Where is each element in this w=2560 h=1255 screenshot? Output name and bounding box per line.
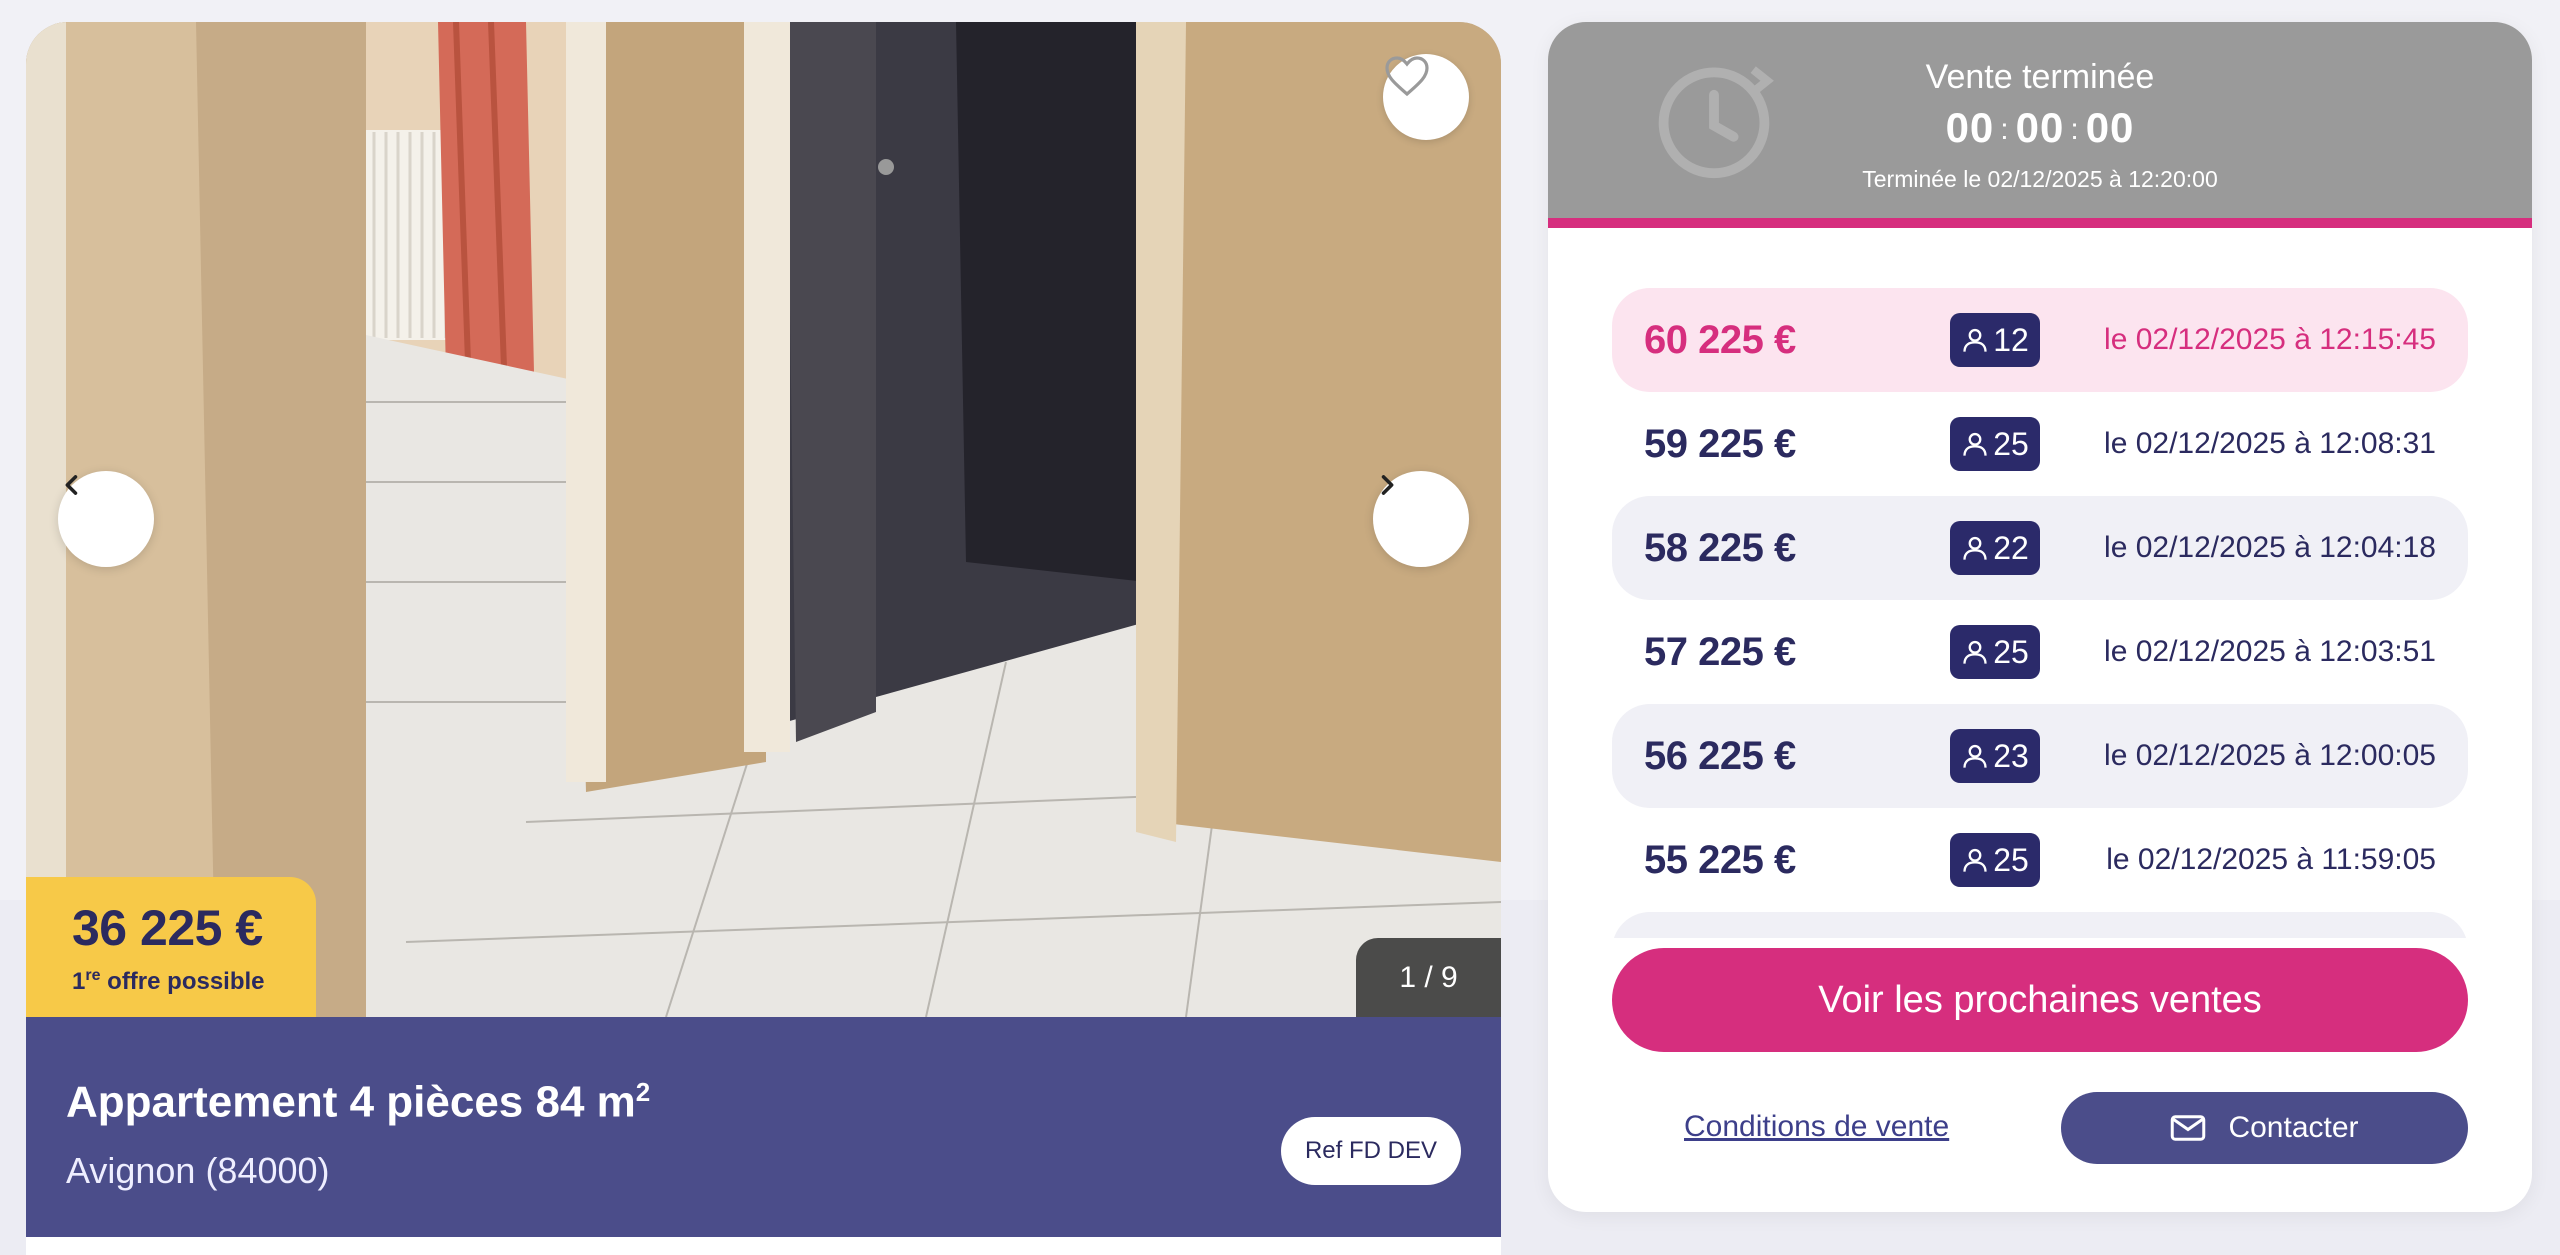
bidders-badge: 25 [1950,625,2040,679]
property-title: Appartement 4 pièces 84 m2 [66,1077,651,1127]
starting-price: 36 225 € [72,900,263,956]
bid-date: le 02/12/2025 à 11:59:05 [2106,843,2436,876]
contact-label: Contacter [2228,1111,2359,1144]
bid-row: 56 225 € 23 le 02/12/2025 à 12:00:05 [1612,704,2468,808]
bid-date: le 02/12/2025 à 12:08:31 [2104,427,2436,460]
auction-header: Vente terminée 00:00:00 Terminée le 02/1… [1548,22,2532,228]
chevron-right-icon [1381,475,1394,495]
bid-history-list[interactable]: 60 225 € 12 le 02/12/2025 à 12:15:45 59 … [1612,288,2468,938]
bid-amount: 59 225 € [1644,421,1796,466]
favorite-button[interactable] [1383,54,1469,140]
listing-card: 36 225 € 1re offre possible 1 / 9 Appart… [26,22,1501,1255]
photo-illustration [26,22,1501,1017]
bid-amount: 58 225 € [1644,525,1796,570]
bid-row: 55 225 € 25 le 02/12/2025 à 11:59:05 [1612,808,2468,912]
auction-card: Vente terminée 00:00:00 Terminée le 02/1… [1548,22,2532,1212]
bidders-badge: 22 [1950,521,2040,575]
bid-amount: 55 225 € [1644,837,1796,882]
property-info-bar: Appartement 4 pièces 84 m2 Avignon (8400… [26,1017,1501,1237]
bid-row: 59 225 € 25 le 02/12/2025 à 12:08:31 [1612,392,2468,496]
bid-row: 58 225 € 22 le 02/12/2025 à 12:04:18 [1612,496,2468,600]
bid-date: le 02/12/2025 à 12:04:18 [2104,531,2436,564]
property-photo: 36 225 € 1re offre possible 1 / 9 [26,22,1501,1017]
heart-icon [1385,56,1429,97]
bid-row: 60 225 € 12 le 02/12/2025 à 12:15:45 [1612,288,2468,392]
countdown-timer: 00:00:00 [1945,104,2135,151]
bid-date: le 02/12/2025 à 12:00:05 [2104,739,2436,772]
bid-row: 57 225 € 25 le 02/12/2025 à 12:03:51 [1612,600,2468,704]
next-sales-button[interactable]: Voir les prochaines ventes [1612,948,2468,1052]
chevron-left-icon [65,475,78,495]
sale-conditions-link[interactable]: Conditions de vente [1684,1110,1949,1144]
bidders-badge: 25 [1950,833,2040,887]
reference-badge: Ref FD DEV [1280,1117,1461,1185]
bid-amount: 57 225 € [1644,629,1796,674]
photo-counter: 1 / 9 [1356,938,1501,1017]
bid-amount: 60 225 € [1644,317,1796,362]
bidders-badge: 25 [1950,417,2040,471]
bid-amount: 56 225 € [1644,733,1796,778]
bidders-badge: 12 [1950,313,2040,367]
user-icon [1963,744,1987,768]
previous-photo-button[interactable] [58,471,154,567]
bid-row-partial [1612,912,2468,938]
user-icon [1963,536,1987,560]
auction-ended-date: Terminée le 02/12/2025 à 12:20:00 [1862,166,2218,192]
user-icon [1963,432,1987,456]
user-icon [1963,848,1987,872]
mail-icon [2171,1115,2206,1141]
starting-price-badge: 36 225 € 1re offre possible [26,877,316,1017]
contact-button[interactable]: Contacter [2061,1092,2468,1164]
bid-date: le 02/12/2025 à 12:03:51 [2104,635,2436,668]
bid-date: le 02/12/2025 à 12:15:45 [2104,323,2436,356]
user-icon [1963,328,1987,352]
auction-status: Vente terminée [1925,58,2155,96]
bidders-badge: 23 [1950,729,2040,783]
next-photo-button[interactable] [1373,471,1469,567]
user-icon [1963,640,1987,664]
starting-price-caption: 1re offre possible [72,967,265,995]
